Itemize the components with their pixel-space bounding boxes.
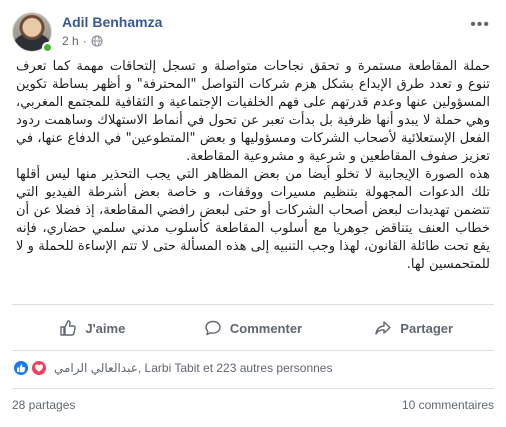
post-stats: 28 partages 10 commentaires [12,398,494,418]
post-paragraph: حملة المقاطعة مستمرة و تحقق نجاحات متواص… [16,59,490,164]
online-status-dot [42,42,53,53]
share-label: Partager [400,320,454,336]
love-reaction-icon [30,359,48,377]
post-card: Adil Benhamza 2 h · ••• حملة المقاطعة مس… [0,0,506,427]
more-options-icon[interactable]: ••• [470,16,490,34]
post-header: Adil Benhamza 2 h · ••• [12,12,494,56]
meta-separator: · [82,34,87,48]
share-arrow-icon [375,321,391,335]
post-meta: 2 h · [62,34,103,48]
shares-count[interactable]: 28 partages [12,398,75,418]
comment-icon [205,320,221,336]
reactions-text: عبدالعالي الرامي, Larbi Tabit et 223 aut… [54,361,333,375]
like-button[interactable]: J'aime [12,319,173,337]
post-actions: J'aime Commenter Partager [12,312,494,344]
like-label: J'aime [85,320,126,336]
share-button[interactable]: Partager [333,319,494,337]
divider [12,388,494,389]
like-reaction-icon [12,359,30,377]
divider [12,304,494,305]
divider [12,350,494,351]
comment-label: Commenter [229,320,303,336]
public-globe-icon [91,35,103,47]
author-name[interactable]: Adil Benhamza [62,14,162,30]
reactions-summary[interactable]: عبدالعالي الرامي, Larbi Tabit et 223 aut… [12,358,494,378]
thumbs-up-icon [60,320,77,336]
post-paragraph: هذه الصورة الإيجابية لا تخلو أيضا من بعض… [16,167,490,272]
comments-count[interactable]: 10 commentaires [402,398,494,418]
post-time[interactable]: 2 h [62,34,79,48]
post-body: حملة المقاطعة مستمرة و تحقق نجاحات متواص… [16,58,490,274]
comment-button[interactable]: Commenter [173,319,334,337]
